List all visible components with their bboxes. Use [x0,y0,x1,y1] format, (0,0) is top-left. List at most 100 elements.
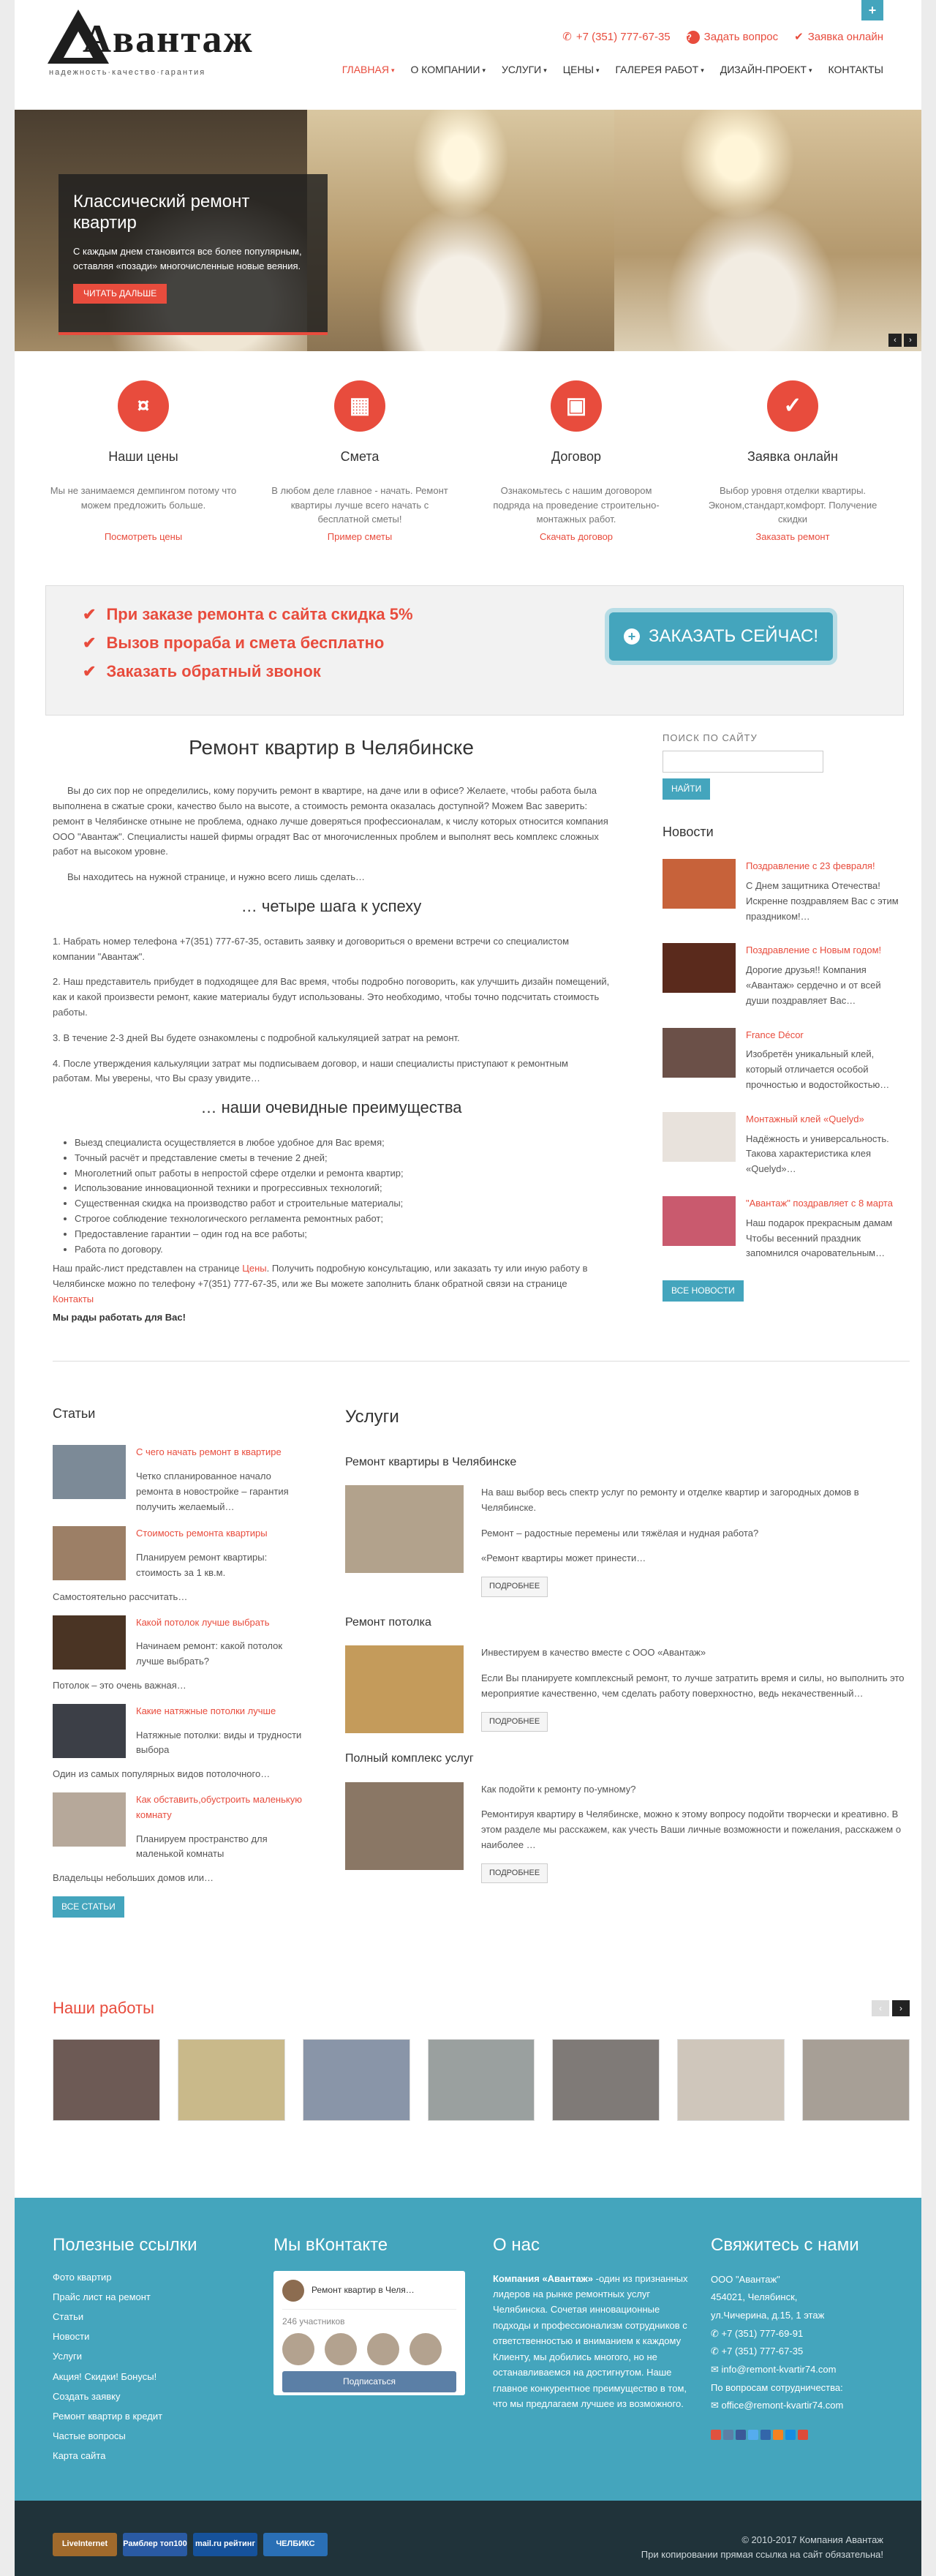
footer-link[interactable]: Частые вопросы [53,2430,235,2443]
search-input[interactable] [663,751,823,773]
ask-question-link[interactable]: ? Задать вопрос [686,29,778,45]
article-title[interactable]: Какой потолок лучше выбрать [136,1615,310,1631]
footer-link[interactable]: Создать заявку [53,2390,235,2403]
news-title[interactable]: Поздравление с Новым годом! [746,943,904,958]
work-image[interactable] [177,2038,285,2121]
nav-item-design[interactable]: ДИЗАЙН-ПРОЕКТ ▾ [720,63,812,78]
social-icon[interactable] [711,2430,721,2441]
social-icon[interactable] [760,2430,771,2441]
footer-link[interactable]: Статьи [53,2310,235,2324]
footer-link[interactable]: Акция! Скидки! Бонусы! [53,2370,235,2384]
work-image[interactable] [427,2038,535,2121]
counter-badge[interactable]: ЧЕЛБИКС [263,2533,328,2556]
article-thumbnail[interactable] [53,1526,126,1581]
service-thumbnail[interactable] [345,1484,464,1573]
vk-group-name[interactable]: Ремонт квартир в Челя… [312,2284,415,2297]
service-title[interactable]: Ремонт потолка [345,1615,908,1631]
work-image[interactable] [53,2038,160,2121]
next-slide-button[interactable]: › [904,334,917,347]
counter-badge[interactable]: Рамблер топ100 [123,2533,187,2556]
service-thumbnail[interactable] [345,1645,464,1734]
online-request-link[interactable]: ✔ Заявка онлайн [794,29,883,45]
social-icon[interactable] [785,2430,796,2441]
nav-item-home[interactable]: ГЛАВНАЯ ▾ [342,63,395,78]
service-more-button[interactable]: ПОДРОБНЕЕ [481,1711,548,1732]
service-title[interactable]: Ремонт квартиры в Челябинске [345,1454,908,1471]
feature-link[interactable]: Посмотреть цены [50,530,237,544]
article-thumbnail[interactable] [53,1792,126,1847]
nav-item-prices[interactable]: ЦЕНЫ ▾ [563,63,600,78]
footer-link[interactable]: Новости [53,2330,235,2343]
article-title[interactable]: С чего начать ремонт в квартире [136,1445,310,1460]
avatar[interactable] [410,2333,442,2366]
article-title[interactable]: Как обставить,обустроить маленькую комна… [136,1792,310,1823]
footer-link[interactable]: Фото квартир [53,2271,235,2284]
social-icon[interactable] [748,2430,758,2441]
phone-line[interactable]: ✆ +7 (351) 777-69-91 [711,2325,894,2343]
work-image[interactable] [302,2038,410,2121]
social-icon[interactable] [773,2430,783,2441]
prices-link[interactable]: Цены [242,1263,266,1274]
social-icon[interactable] [723,2430,733,2441]
news-thumbnail[interactable] [663,1195,736,1246]
news-title[interactable]: Поздравление с 23 февраля! [746,859,904,874]
social-icon[interactable] [736,2430,746,2441]
footer-link[interactable]: Прайс лист на ремонт [53,2291,235,2304]
phone-link[interactable]: ✆ +7 (351) 777-67-35 [562,29,670,45]
service-more-button[interactable]: ПОДРОБНЕЕ [481,1577,548,1597]
news-thumbnail[interactable] [663,859,736,909]
vk-subscribe-button[interactable]: Подписаться [282,2371,456,2393]
news-thumbnail[interactable] [663,1111,736,1162]
works-next-button[interactable]: › [892,2000,910,2016]
logo[interactable]: Авантаж надежность·качество·гарантия [40,6,252,86]
feature-link[interactable]: Заказать ремонт [699,530,886,544]
avatar[interactable] [325,2333,357,2366]
hero-slider[interactable]: Классический ремонт квартир С каждым дне… [15,110,921,351]
works-prev-button[interactable]: ‹ [872,2000,889,2016]
service-more-button[interactable]: ПОДРОБНЕЕ [481,1863,548,1884]
article-excerpt: Планируем пространство для маленькой ком… [136,1833,268,1860]
work-image[interactable] [677,2038,785,2121]
avatar[interactable] [367,2333,399,2366]
avatar[interactable] [282,2333,314,2366]
contacts-link[interactable]: Контакты [53,1293,94,1304]
nav-item-about[interactable]: О КОМПАНИИ ▾ [410,63,486,78]
work-image[interactable] [802,2038,910,2121]
read-more-button[interactable]: ЧИТАТЬ ДАЛЬШЕ [73,283,167,304]
article-thumbnail[interactable] [53,1615,126,1670]
news-title[interactable]: Монтажный клей «Quelyd» [746,1112,904,1127]
vk-group-avatar[interactable] [282,2279,304,2302]
email-line[interactable]: ✉ office@remont-kvartir74.com [711,2397,894,2415]
all-articles-button[interactable]: ВСЕ СТАТЬИ [53,1896,124,1918]
all-news-button[interactable]: ВСЕ НОВОСТИ [663,1280,744,1302]
article-title[interactable]: Какие натяжные потолки лучше [136,1704,310,1719]
feature-link[interactable]: Скачать договор [483,530,670,544]
order-now-button[interactable]: + ЗАКАЗАТЬ СЕЙЧАС! [605,608,837,665]
nav-item-services[interactable]: УСЛУГИ ▾ [502,63,547,78]
article-thumbnail[interactable] [53,1445,126,1500]
social-icon[interactable] [798,2430,808,2441]
counter-badge[interactable]: LiveInternet [53,2533,117,2556]
footer-link[interactable]: Услуги [53,2350,235,2363]
footer-link[interactable]: Ремонт квартир в кредит [53,2410,235,2423]
news-thumbnail[interactable] [663,1027,736,1078]
feature-text: Мы не занимаемся демпингом потому что мо… [50,485,237,511]
nav-item-gallery[interactable]: ГАЛЕРЕЯ РАБОТ ▾ [616,63,704,78]
feature-link[interactable]: Пример сметы [266,530,453,544]
footer-link[interactable]: Карта сайта [53,2449,235,2463]
counter-badge[interactable]: mail.ru рейтинг [193,2533,257,2556]
search-button[interactable]: НАЙТИ [663,778,711,800]
phone-line[interactable]: ✆ +7 (351) 777-67-35 [711,2343,894,2361]
news-title[interactable]: France Décor [746,1028,904,1043]
prev-slide-button[interactable]: ‹ [888,334,902,347]
work-image[interactable] [552,2038,660,2121]
service-thumbnail[interactable] [345,1781,464,1870]
news-thumbnail[interactable] [663,943,736,994]
nav-item-contacts[interactable]: КОНТАКТЫ [828,63,883,78]
article-title[interactable]: Стоимость ремонта квартиры [136,1526,310,1542]
plus-button[interactable]: + [861,0,883,20]
article-thumbnail[interactable] [53,1703,126,1758]
service-title[interactable]: Полный комплекс услуг [345,1751,908,1767]
email-line[interactable]: ✉ info@remont-kvartir74.com [711,2361,894,2379]
news-title[interactable]: "Авантаж" поздравляет с 8 марта [746,1196,904,1212]
